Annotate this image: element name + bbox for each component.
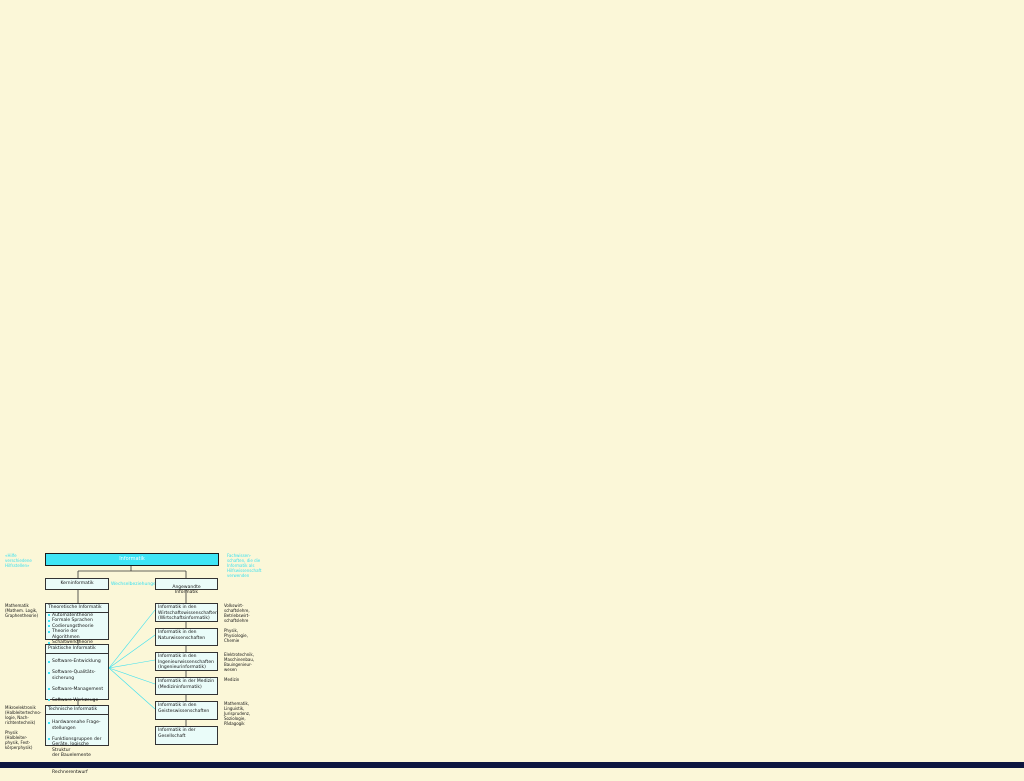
micro-note: Mikroelektronik (Halbleitertechno- logie…	[5, 705, 42, 725]
list-item: Software-Management	[48, 687, 106, 693]
applied-label: Informatik in der Gesellschaft	[158, 728, 196, 739]
applied-label: Informatik in der Medizin (Medizininform…	[158, 679, 215, 690]
praktische-title: Praktische Informatik	[48, 646, 96, 651]
applied-label: Informatik in den Ingenieurwissenschafte…	[158, 654, 214, 670]
right-top-note: Fachwissen- schaften, die die Informatik…	[227, 553, 262, 578]
applied-box-gesellschaft: Informatik in der Gesellschaft	[155, 726, 218, 745]
technische-informatik-box: Technische Informatik Hardwarenahe Frage…	[45, 705, 109, 775]
math-note: Mathematik (Mathem. Logik, Graphentheori…	[5, 603, 39, 618]
angewandte-informatik-box: Angewandte Informatik	[155, 578, 218, 595]
applied-note-wirtschaft: Volkswirt- schaftslehre, Betriebswirt- s…	[224, 603, 250, 623]
list-item: Software-Werkzeuge	[48, 698, 106, 704]
taskbar	[0, 762, 1024, 768]
connector-lines	[77, 565, 187, 726]
applied-label: Informatik in den Naturwissenschaften	[158, 630, 206, 641]
kerninformatik-label: Kerninformatik	[60, 581, 94, 586]
physics-note: Physik (Halbleiter- physik, Fest- körper…	[5, 730, 33, 750]
applied-box-wirtschaft: Informatik in den Wirtschaftswissenschaf…	[155, 603, 218, 622]
informatik-title-box: Informatik	[45, 553, 219, 566]
applied-box-geistes: Informatik in den Geisteswissenschaften	[155, 701, 218, 720]
applied-box-ingenieur: Informatik in den Ingenieurwissenschafte…	[155, 652, 218, 671]
theoretische-informatik-box: Theoretische Informatik Automatentheorie…	[45, 603, 109, 645]
kerninformatik-box: Kerninformatik	[45, 578, 109, 590]
angewandte-informatik-label: Angewandte Informatik	[172, 584, 201, 596]
technische-title: Technische Informatik	[48, 707, 98, 712]
applied-box-medizin: Informatik in der Medizin (Medizininform…	[155, 677, 218, 695]
applied-box-natur: Informatik in den Naturwissenschaften	[155, 628, 218, 646]
list-item: Theorie der Algorithmen	[48, 629, 106, 640]
wechselbeziehungen-label: Wechselbeziehungen	[111, 582, 159, 587]
list-item: Software-Qualitäts- sicherung	[48, 670, 106, 681]
applied-note-ingenieur: Elektrotechnik, Maschinenbau, Bauingenie…	[224, 652, 255, 672]
applied-note-geistes: Mathematik, Linguistik, Jurisprudenz, So…	[224, 701, 251, 726]
applied-note-medizin: Medizin	[224, 677, 240, 682]
left-top-note: «Hilfe verschiedene Hilfsstellen»	[5, 553, 32, 568]
applied-note-natur: Physik, Physiologie, Chemie	[224, 628, 248, 643]
applied-label: Informatik in den Geisteswissenschaften	[158, 703, 210, 714]
praktische-informatik-box: Praktische Informatik Software-Entwicklu…	[45, 644, 109, 747]
list-item: Software-Entwicklung	[48, 659, 106, 665]
theoretische-title: Theoretische Informatik	[48, 605, 102, 610]
applied-label: Informatik in den Wirtschaftswissenschaf…	[158, 605, 218, 621]
list-item: Hardwarenahe Frage- stellungen	[48, 720, 106, 731]
list-item: Funktionsgruppen der Geräte, logische St…	[48, 737, 106, 759]
